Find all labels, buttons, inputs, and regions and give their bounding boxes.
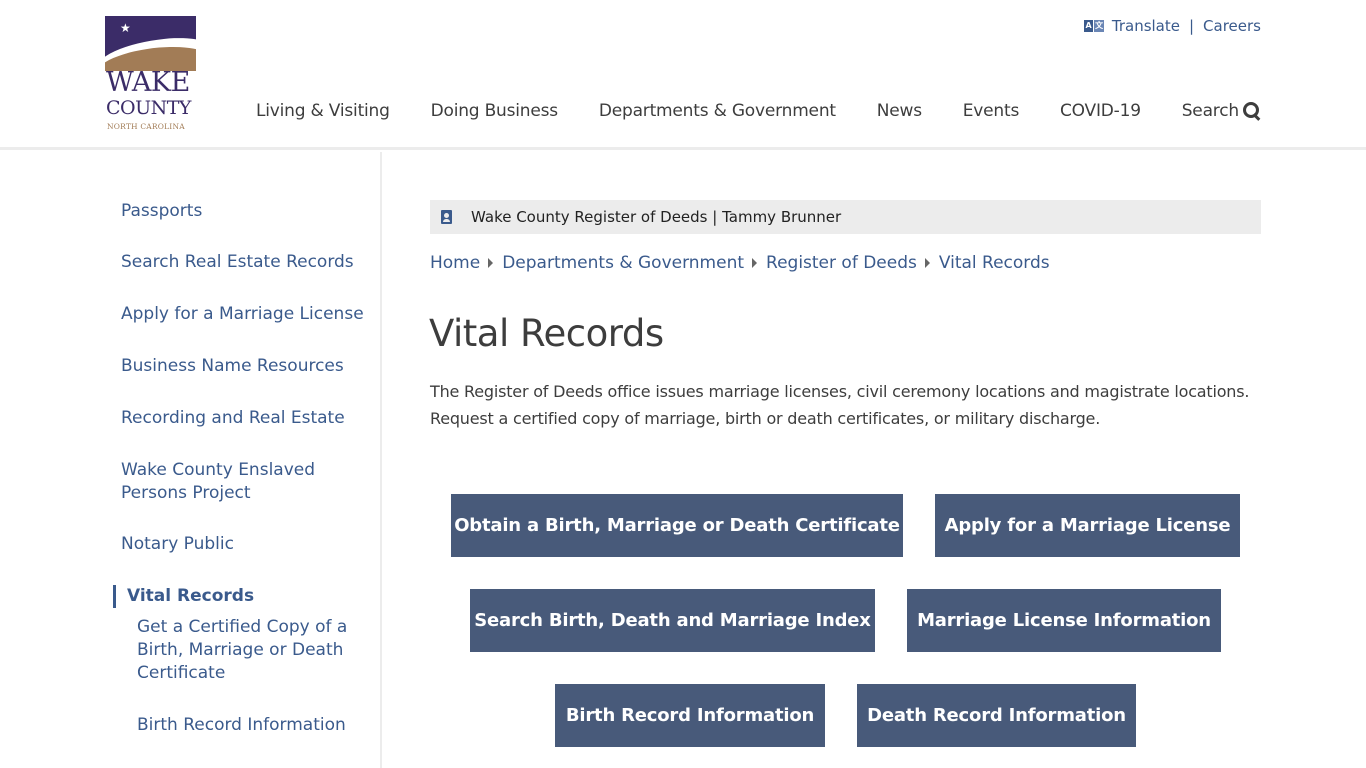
wake-county-logo[interactable]: ★ WAKE COUNTY NORTH CAROLINA [105, 16, 197, 134]
logo-text-county: COUNTY [106, 97, 191, 119]
nav-covid-19[interactable]: COVID-19 [1060, 101, 1141, 121]
nav-events[interactable]: Events [963, 101, 1020, 121]
nav-living-visiting[interactable]: Living & Visiting [256, 101, 390, 121]
nav-departments-government[interactable]: Departments & Government [599, 101, 836, 121]
nav-news[interactable]: News [877, 101, 922, 121]
death-record-info-button[interactable]: Death Record Information [857, 684, 1136, 747]
sidebar-navigation: Passports Search Real Estate Records App… [105, 152, 382, 768]
logo-text-state: NORTH CAROLINA [107, 122, 185, 131]
sidebar-item-business-name[interactable]: Business Name Resources [121, 355, 371, 378]
sidebar-item-vital-records[interactable]: Vital Records [113, 585, 363, 608]
department-banner: Wake County Register of Deeds | Tammy Br… [430, 200, 1261, 234]
search-index-button[interactable]: Search Birth, Death and Marriage Index [470, 589, 875, 652]
logo-emblem: ★ [105, 16, 196, 71]
utility-links: A文 Translate | Careers [1083, 17, 1261, 35]
search-icon [1242, 102, 1261, 120]
utility-separator: | [1188, 17, 1195, 35]
sidebar-item-search-real-estate[interactable]: Search Real Estate Records [121, 251, 371, 274]
birth-record-info-button[interactable]: Birth Record Information [555, 684, 825, 747]
caret-right-icon [488, 258, 494, 268]
caret-right-icon [752, 258, 758, 268]
translate-icon[interactable]: A文 [1083, 20, 1104, 32]
nav-search[interactable]: Search [1182, 101, 1261, 121]
breadcrumb-departments[interactable]: Departments & Government [502, 253, 744, 273]
sidebar-subitem-certified-copy[interactable]: Get a Certified Copy of a Birth, Marriag… [137, 616, 352, 685]
caret-right-icon [924, 258, 930, 268]
sidebar-subitem-birth-record[interactable]: Birth Record Information [137, 714, 367, 737]
sidebar-item-enslaved-persons[interactable]: Wake County Enslaved Persons Project [121, 459, 341, 505]
document-user-icon [441, 210, 452, 224]
marriage-license-info-button[interactable]: Marriage License Information [907, 589, 1221, 652]
nav-doing-business[interactable]: Doing Business [431, 101, 559, 121]
logo-text-wake: WAKE [106, 67, 190, 98]
translate-link[interactable]: Translate [1112, 17, 1180, 35]
page-title: Vital Records [429, 312, 664, 355]
breadcrumb-register-of-deeds[interactable]: Register of Deeds [766, 253, 917, 273]
department-banner-text: Wake County Register of Deeds | Tammy Br… [471, 208, 842, 226]
sidebar-item-marriage-license[interactable]: Apply for a Marriage License [121, 303, 371, 326]
sidebar-item-passports[interactable]: Passports [121, 200, 371, 223]
obtain-certificate-button[interactable]: Obtain a Birth, Marriage or Death Certif… [451, 494, 903, 557]
star-icon: ★ [120, 21, 131, 35]
nav-search-label: Search [1181, 101, 1239, 121]
breadcrumb: Home Departments & Government Register o… [430, 253, 1050, 273]
breadcrumb-home[interactable]: Home [430, 253, 480, 273]
sidebar-item-recording-real-estate[interactable]: Recording and Real Estate [121, 407, 371, 430]
main-navigation: Living & Visiting Doing Business Departm… [256, 101, 1261, 121]
sidebar-item-notary-public[interactable]: Notary Public [121, 533, 371, 556]
careers-link[interactable]: Careers [1203, 17, 1261, 35]
breadcrumb-current[interactable]: Vital Records [939, 253, 1050, 273]
page-intro: The Register of Deeds office issues marr… [430, 382, 1250, 428]
apply-marriage-license-button[interactable]: Apply for a Marriage License [935, 494, 1240, 557]
site-header: ★ WAKE COUNTY NORTH CAROLINA A文 Translat… [0, 0, 1366, 150]
